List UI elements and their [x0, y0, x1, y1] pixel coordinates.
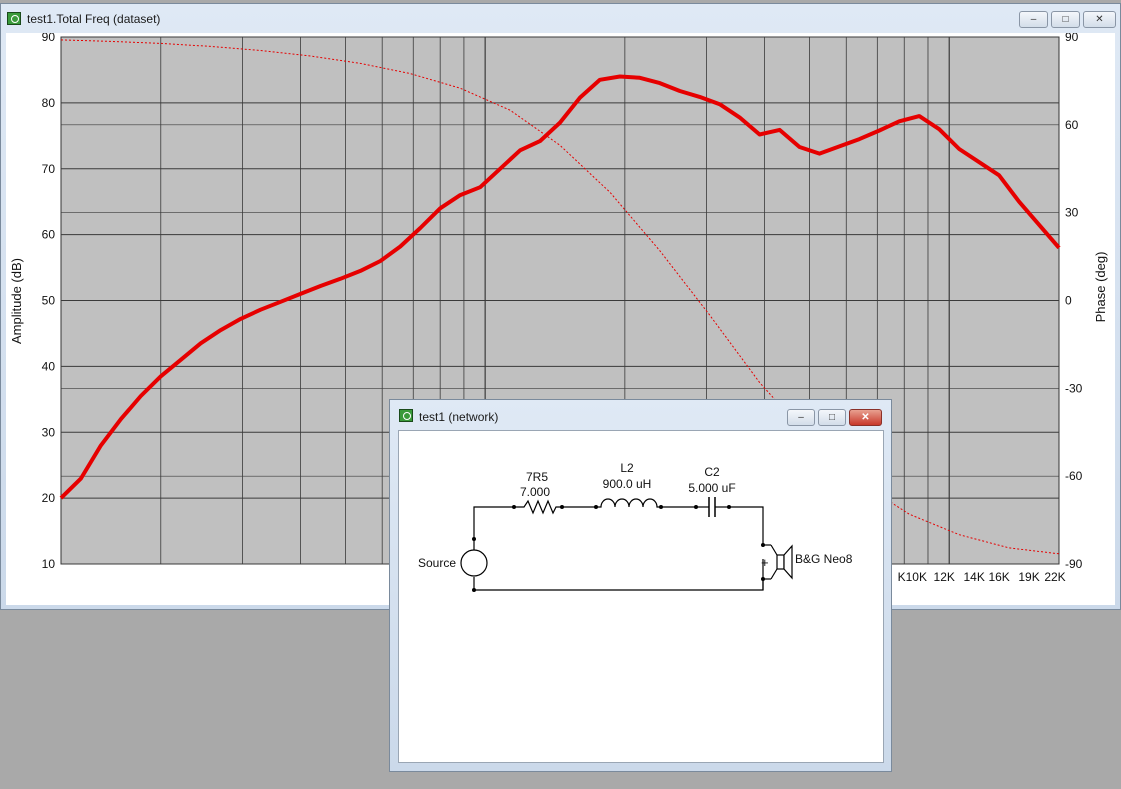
x-tick-label: 22K — [1044, 570, 1065, 584]
capacitor-value: 5.000 uF — [688, 481, 735, 495]
y2-tick-label: 90 — [1065, 33, 1079, 44]
y-tick-label: 10 — [42, 557, 56, 571]
y-tick-label: 50 — [42, 294, 56, 308]
y-axis-label: Amplitude (dB) — [9, 258, 24, 344]
y-tick-label: 30 — [42, 425, 56, 439]
wire-bottom — [473, 559, 764, 591]
y-tick-label: 20 — [42, 491, 56, 505]
network-app-icon — [399, 409, 413, 422]
y-tick-label: 60 — [42, 228, 56, 242]
resistor-value: 7.000 — [520, 485, 550, 499]
y-tick-label: 40 — [42, 359, 56, 373]
y2-tick-label: -90 — [1065, 557, 1083, 571]
y2-axis-ticks: 90 60 30 0 -30 -60 -90 — [1065, 30, 1083, 571]
window-title: test1.Total Freq (dataset) — [27, 12, 161, 26]
y2-tick-label: -60 — [1065, 469, 1083, 483]
x-tick-label: 14K — [963, 570, 984, 584]
inductor-icon[interactable] — [594, 498, 663, 509]
app-icon — [7, 12, 21, 25]
polarity-plus: + — [761, 555, 769, 570]
close-button[interactable]: ✕ — [1083, 11, 1116, 28]
title-bar[interactable]: test1.Total Freq (dataset) – □ ✕ — [1, 4, 1120, 34]
capacitor-icon[interactable] — [694, 497, 731, 517]
schematic: 7R5 7.000 L2 900.0 uH C2 5.000 uF Source… — [418, 461, 853, 592]
inductor-name: L2 — [620, 461, 634, 475]
x-tick-label: 12K — [934, 570, 955, 584]
x-axis-ticks: K10K 12K 14K 16K 19K 22K — [898, 570, 1066, 584]
resistor-name: 7R5 — [526, 470, 548, 484]
y-tick-label: 70 — [42, 162, 56, 176]
capacitor-name: C2 — [704, 465, 720, 479]
driver-label: B&G Neo8 — [795, 552, 853, 566]
network-minimize-button[interactable]: – — [787, 409, 815, 426]
minimize-button[interactable]: – — [1019, 11, 1048, 28]
network-window: test1 (network) – □ ✕ 7R5 7.000 L2 900.0… — [389, 399, 892, 772]
y2-tick-label: -30 — [1065, 381, 1083, 395]
x-tick-label: 16K — [988, 570, 1009, 584]
y2-tick-label: 0 — [1065, 294, 1072, 308]
y-tick-label: 90 — [42, 33, 56, 44]
y2-tick-label: 30 — [1065, 206, 1079, 220]
resistor-icon[interactable] — [512, 499, 564, 515]
schematic-area: 7R5 7.000 L2 900.0 uH C2 5.000 uF Source… — [398, 430, 884, 763]
network-close-button[interactable]: ✕ — [849, 409, 882, 426]
source-label: Source — [418, 556, 456, 570]
y-tick-label: 80 — [42, 96, 56, 110]
y-axis-ticks: 90 80 70 60 50 40 30 20 10 — [42, 30, 56, 571]
network-window-title: test1 (network) — [419, 410, 499, 424]
x-tick-label: K10K — [898, 570, 927, 584]
x-tick-label: 19K — [1018, 570, 1039, 584]
network-maximize-button[interactable]: □ — [818, 409, 846, 426]
network-title-bar[interactable]: test1 (network) – □ ✕ — [390, 400, 891, 430]
y2-tick-label: 60 — [1065, 118, 1079, 132]
inductor-value: 900.0 uH — [603, 477, 652, 491]
maximize-button[interactable]: □ — [1051, 11, 1080, 28]
y2-axis-label: Phase (deg) — [1093, 252, 1108, 323]
wire-top — [473, 506, 764, 545]
